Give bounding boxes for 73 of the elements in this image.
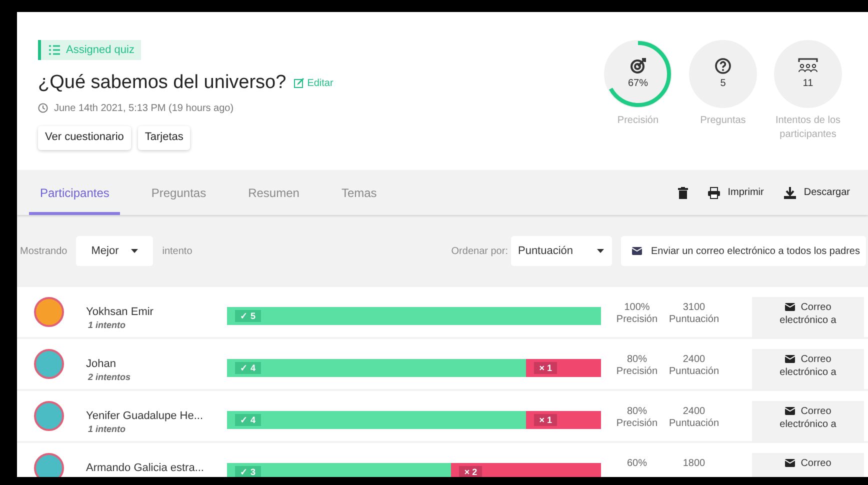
participant-name: Armando Galicia estra... [86,462,204,475]
correct-count: ✓ 5 [235,310,261,322]
quiz-timestamp: June 14th 2021, 5:13 PM (19 hours ago) [54,102,234,116]
participant-name: Yokhsan Emir [86,306,154,319]
download-button[interactable]: Descargar [784,185,850,200]
accuracy-value: 60% [626,458,647,470]
correct-count: ✓ 4 [235,362,261,374]
caret-icon [596,249,604,253]
showing-label: Mostrando [19,244,68,258]
envelope-icon [632,247,642,255]
print-button[interactable]: Imprimir [708,185,764,200]
stat-value: 5 [720,76,726,90]
trash-icon [678,186,688,198]
accuracy-value: 80% [626,354,647,366]
assigned-quiz-badge: Assigned quiz [38,40,140,60]
caret-icon [131,249,138,253]
stat-label: Precisión [617,114,659,128]
accuracy-value: 100% [624,302,650,314]
score-label: Puntuación [668,314,720,326]
attempt-dropdown[interactable]: Mejor [76,236,154,266]
accuracy-label: Precisión [616,418,658,430]
email-parent-button[interactable]: Correo electrónico a [752,297,864,337]
attempt-label: intento [162,244,192,258]
incorrect-count: × 1 [534,362,557,374]
stat-value: 67% [628,76,648,90]
email-parent-button[interactable]: Correo [752,453,864,477]
edit-icon [294,78,304,88]
score-label: Puntuación [668,366,720,378]
accuracy-value: 80% [626,406,647,418]
score-value: 2400 [682,406,706,418]
email-all-parents-button[interactable]: Enviar un correo electrónico a todos los padres [620,236,866,266]
avatar [34,349,64,379]
avatar [34,401,64,431]
help-icon [715,58,731,74]
envelope-icon [784,303,795,311]
header-button[interactable]: Ver cuestionario [38,126,131,150]
incorrect-count: × 2 [459,466,482,477]
attempt-count: 1 intento [87,423,126,436]
download-icon [784,186,796,198]
accuracy-label: Precisión [616,366,658,378]
participant-name: Johan [86,358,116,371]
list-icon [49,45,60,55]
envelope-icon [784,407,795,415]
email-parent-button[interactable]: Correo electrónico a [752,349,864,389]
stat-value: 11 [802,76,814,90]
envelope-icon [784,355,795,363]
score-value: 3100 [682,302,706,314]
avatar [34,453,64,477]
score-value: 2400 [682,354,706,366]
correct-count: ✓ 3 [235,466,261,477]
participant-name: Yenifer Guadalupe He... [86,410,204,423]
email-parent-button[interactable]: Correo electrónico a [752,401,864,441]
incorrect-count: × 1 [534,414,557,426]
sort-label: Ordenar por: [451,244,508,258]
quiz-title: ¿Qué sabemos del universo? [38,71,286,95]
score-value: 1800 [682,458,706,470]
delete-button[interactable] [678,186,688,198]
tab[interactable]: Participantes [29,170,120,215]
stat-label: Preguntas [700,114,746,128]
target-icon [630,58,646,74]
stat-label: Intentos de los participantes [774,114,842,142]
sort-dropdown[interactable]: Puntuación [510,236,612,266]
clock-icon [38,103,48,113]
correct-count: ✓ 4 [235,414,261,426]
attempt-count: 2 intentos [86,371,131,384]
header-button[interactable]: Tarjetas [138,126,190,150]
score-label: Puntuación [668,418,720,430]
attempt-count: 1 intento [87,319,126,332]
group-icon [798,58,818,74]
printer-icon [708,186,720,198]
envelope-icon [784,459,795,467]
accuracy-label: Precisión [616,314,658,326]
avatar [34,297,64,327]
